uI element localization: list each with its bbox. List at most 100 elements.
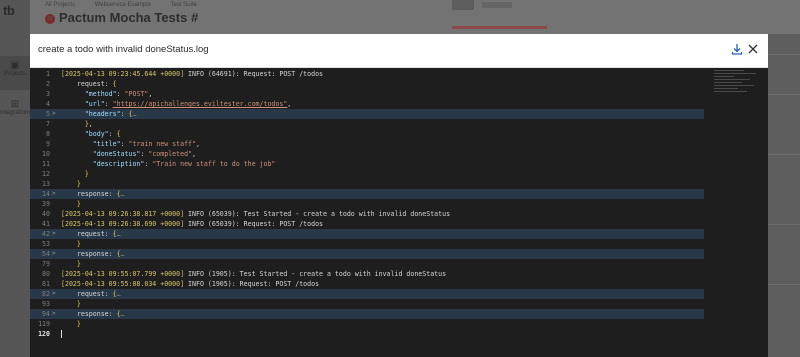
code-line[interactable]: 3 "method": "POST", (30, 89, 704, 99)
code-line[interactable]: 41 [2025-04-13 09:26:38.690 +0000] INFO (… (30, 219, 704, 229)
code-line[interactable]: 14 > response: {… (30, 189, 704, 199)
text-cursor (61, 330, 62, 338)
code-text: [2025-04-13 09:55:07.799 +0000] INFO (19… (61, 270, 447, 278)
code-line[interactable]: 12 } (30, 169, 704, 179)
line-number: 11 (42, 160, 50, 168)
code-line[interactable]: 4 "url": "https://apichallenges.eviltest… (30, 99, 704, 109)
line-number: 8 (46, 130, 50, 138)
fold-chevron-icon[interactable]: > (52, 309, 56, 319)
page-title-suffix: # (190, 10, 199, 25)
breadcrumb: All Projects Webservice Example Test Sui… (45, 2, 215, 8)
page-title: ✕ Pactum Mocha Tests # (45, 10, 198, 25)
code-text: request: {… (61, 230, 121, 238)
code-line[interactable]: 2 request: { (30, 79, 704, 89)
tab-summary[interactable] (452, 0, 474, 10)
breadcrumb-item[interactable]: All Projects (45, 2, 75, 8)
code-line[interactable]: 11 "description": "Train new staff to do… (30, 159, 704, 169)
code-line[interactable]: 53 } (30, 239, 704, 249)
line-number: 39 (42, 200, 50, 208)
line-number: 1 (46, 70, 50, 78)
sidebar-item-integrations[interactable]: ⊞ Integrations (0, 95, 31, 129)
line-number: 119 (38, 320, 50, 328)
code-text: request: {… (61, 290, 121, 298)
code-text: "body": { (61, 130, 121, 138)
code-line[interactable]: 40 [2025-04-13 09:26:38.817 +0000] INFO (… (30, 209, 704, 219)
log-editor[interactable]: 1 [2025-04-13 09:23:45.644 +0000] INFO (6… (30, 68, 768, 357)
code-text: } (61, 320, 81, 328)
log-viewer-modal: create a todo with invalid doneStatus.lo… (30, 34, 768, 357)
error-status-icon: ✕ (45, 14, 55, 24)
code-text: } (61, 300, 81, 308)
line-number: 82 (42, 290, 50, 298)
code-text: [2025-04-13 09:26:38.690 +0000] INFO (65… (61, 220, 324, 228)
line-number: 4 (46, 100, 50, 108)
code-line[interactable]: 5 > "headers": {… (30, 109, 704, 119)
line-number: 40 (42, 210, 50, 218)
code-text: [2025-04-13 09:26:38.817 +0000] INFO (65… (61, 210, 451, 218)
code-line[interactable]: 54 > response: {… (30, 249, 704, 259)
failure-bar (452, 26, 547, 29)
code-text: } (61, 170, 89, 178)
code-text: [2025-04-13 09:23:45.644 +0000] INFO (64… (61, 70, 324, 78)
breadcrumb-item[interactable]: Webservice Example (95, 2, 151, 8)
code-text: "doneStatus": "completed", (61, 150, 197, 158)
code-text: [2025-04-13 09:55:08.034 +0000] INFO (19… (61, 280, 320, 288)
line-number: 3 (46, 90, 50, 98)
code-line[interactable]: 94 > response: {… (30, 309, 704, 319)
code-line[interactable]: 7 }, (30, 119, 704, 129)
app-logo: tb (3, 3, 15, 18)
code-line[interactable]: 81 [2025-04-13 09:55:08.034 +0000] INFO (… (30, 279, 704, 289)
modal-title: create a todo with invalid doneStatus.lo… (38, 44, 209, 55)
code-line[interactable]: 119 } (30, 319, 704, 329)
line-number: 2 (46, 80, 50, 88)
sidebar-item-projects[interactable]: ▣ Projects (0, 56, 30, 90)
code-line[interactable]: 9 "title": "train new staff", (30, 139, 704, 149)
code-text: response: {… (61, 310, 125, 318)
code-line[interactable]: 39 } (30, 199, 704, 209)
tab-details[interactable] (482, 2, 512, 8)
code-line[interactable]: 13 } (30, 179, 704, 189)
line-number: 7 (46, 120, 50, 128)
code-text: "headers": {… (61, 110, 137, 118)
code-text: } (61, 180, 81, 188)
code-text: "url": "https://apichallenges.eviltester… (61, 100, 292, 108)
folder-icon: ▣ (10, 60, 20, 71)
fold-chevron-icon[interactable]: > (52, 229, 56, 239)
line-number: 14 (42, 190, 50, 198)
line-number: 9 (46, 140, 50, 148)
minimap[interactable] (714, 68, 762, 108)
fold-chevron-icon[interactable]: > (52, 289, 56, 299)
code-line[interactable]: 82 > request: {… (30, 289, 704, 299)
line-number: 79 (42, 260, 50, 268)
code-text: } (61, 240, 81, 248)
page-title-text: Pactum Mocha Tests (59, 10, 188, 25)
code-line[interactable]: 8 "body": { (30, 129, 704, 139)
fold-chevron-icon[interactable]: > (52, 249, 56, 259)
close-button[interactable] (744, 40, 762, 58)
code-line[interactable]: 1 [2025-04-13 09:23:45.644 +0000] INFO (6… (30, 69, 704, 79)
fold-chevron-icon[interactable]: > (52, 109, 56, 119)
line-number: 94 (42, 310, 50, 318)
line-number: 10 (42, 150, 50, 158)
code-line[interactable]: 80 [2025-04-13 09:55:07.799 +0000] INFO (… (30, 269, 704, 279)
line-number: 93 (42, 300, 50, 308)
line-number: 41 (42, 220, 50, 228)
code-line[interactable]: 10 "doneStatus": "completed", (30, 149, 704, 159)
modal-header: create a todo with invalid doneStatus.lo… (30, 34, 768, 68)
code-line[interactable]: 120 (30, 329, 704, 339)
code-line[interactable]: 93 } (30, 299, 704, 309)
code-line[interactable]: 79 } (30, 259, 704, 269)
code-line[interactable]: 42 > request: {… (30, 229, 704, 239)
breadcrumb-item[interactable]: Test Suite (171, 2, 197, 8)
sidebar-item-label: Projects (4, 71, 26, 77)
code-text: response: {… (61, 190, 125, 198)
line-number: 53 (42, 240, 50, 248)
code-text: request: { (61, 80, 117, 88)
line-number: 13 (42, 180, 50, 188)
fold-chevron-icon[interactable]: > (52, 189, 56, 199)
close-icon (748, 44, 758, 54)
code-text: "title": "train new staff", (61, 140, 200, 148)
code-text: "method": "POST", (61, 90, 153, 98)
grid-icon: ⊞ (10, 99, 20, 110)
right-panel (768, 34, 800, 357)
